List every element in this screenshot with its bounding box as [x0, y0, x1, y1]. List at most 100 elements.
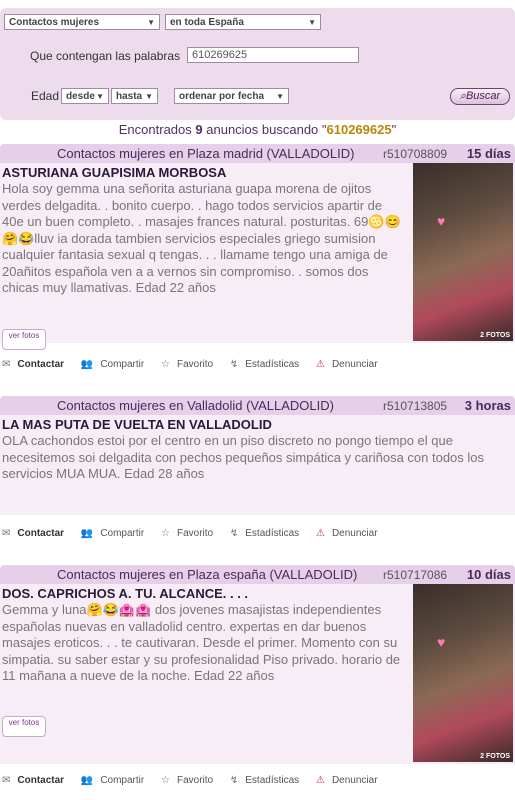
- share-label: Compartir: [100, 359, 145, 370]
- sort-select-value: ordenar por fecha: [179, 91, 265, 102]
- favorite-action[interactable]: ☆ Favorito: [161, 775, 220, 786]
- ad-header: Contactos mujeres en Plaza madrid (VALLA…: [0, 144, 515, 163]
- ad-age: 10 días: [466, 567, 511, 582]
- ad-actions: ✉ Contactar 👥 Compartir ☆ Favorito ↯ Estadís…: [2, 775, 392, 786]
- ad-actions: ✉ Contactar 👥 Compartir ☆ Favorito ↯ Estadís…: [2, 528, 392, 539]
- heart-icon: ♥: [437, 213, 446, 229]
- age-to-select[interactable]: hasta ▼: [111, 88, 158, 104]
- search-button-label: Buscar: [465, 90, 501, 102]
- ad-body: DOS. CAPRICHOS A. TU. ALCANCE. . . . Gem…: [0, 584, 515, 764]
- star-icon: ☆: [161, 528, 170, 539]
- envelope-icon: ✉: [2, 528, 11, 539]
- envelope-icon: ✉: [2, 775, 11, 786]
- words-label: Que contengan las palabras: [30, 49, 181, 63]
- category-select-value: Contactos mujeres: [9, 17, 100, 28]
- chevron-down-icon: ▼: [276, 92, 284, 101]
- stats-icon: ↯: [229, 528, 239, 539]
- share-icon: 👥: [80, 359, 94, 370]
- results-count: 9: [195, 122, 203, 137]
- stats-action[interactable]: ↯ Estadísticas: [230, 528, 306, 539]
- ad-location[interactable]: Contactos mujeres en Valladolid (VALLADO…: [57, 398, 334, 413]
- warning-icon: ⚠: [315, 528, 325, 539]
- star-icon: ☆: [161, 775, 170, 786]
- share-icon: 👥: [80, 775, 94, 786]
- warning-icon: ⚠: [315, 775, 325, 786]
- chevron-down-icon: ▼: [147, 18, 155, 27]
- stats-action[interactable]: ↯ Estadísticas: [230, 359, 306, 370]
- ad-ref: r510717086: [383, 568, 448, 582]
- share-label: Compartir: [100, 528, 145, 539]
- ad-title[interactable]: DOS. CAPRICHOS A. TU. ALCANCE. . . .: [2, 586, 248, 601]
- results-suffix: ": [391, 122, 397, 137]
- sort-select[interactable]: ordenar por fecha ▼: [174, 88, 289, 104]
- ver-fotos-button[interactable]: ver fotos: [2, 329, 46, 350]
- contact-label: Contactar: [17, 359, 65, 370]
- chevron-down-icon: ▼: [145, 92, 153, 101]
- report-label: Denunciar: [331, 528, 378, 539]
- results-prefix: Encontrados: [118, 122, 192, 137]
- ad-location[interactable]: Contactos mujeres en Plaza madrid (VALLA…: [57, 146, 354, 161]
- ad-age: 15 días: [466, 146, 511, 161]
- age-from-select[interactable]: desde ▼: [61, 88, 109, 104]
- ad-photo[interactable]: ♥ 2 FOTOS: [413, 163, 513, 341]
- stats-label: Estadísticas: [245, 528, 300, 539]
- chevron-down-icon: ▼: [308, 18, 316, 27]
- ad-header: Contactos mujeres en Valladolid (VALLADO…: [0, 396, 515, 415]
- category-select[interactable]: Contactos mujeres ▼: [4, 14, 160, 30]
- region-select-value: en toda España: [170, 17, 244, 28]
- share-label: Compartir: [100, 775, 145, 786]
- age-label: Edad: [31, 89, 60, 103]
- age-from-value: desde: [66, 91, 95, 102]
- ad-body: LA MAS PUTA DE VUELTA EN VALLADOLID OLA …: [0, 415, 515, 515]
- report-action[interactable]: ⚠ Denunciar: [316, 528, 385, 539]
- report-action[interactable]: ⚠ Denunciar: [316, 775, 385, 786]
- contact-action[interactable]: ✉ Contactar: [2, 528, 71, 539]
- warning-icon: ⚠: [315, 359, 325, 370]
- ad-description: Gemma y luna🤗😂🏩🏩 dos jovenes masajistas …: [2, 602, 401, 683]
- ad-title[interactable]: ASTURIANA GUAPISIMA MORBOSA: [2, 165, 226, 180]
- contact-label: Contactar: [17, 528, 65, 539]
- stats-icon: ↯: [229, 775, 239, 786]
- results-summary: Encontrados 9 anuncios buscando "6102696…: [0, 122, 515, 137]
- stats-label: Estadísticas: [245, 359, 300, 370]
- search-button[interactable]: ⌕Buscar: [450, 88, 510, 105]
- share-action[interactable]: 👥 Compartir: [81, 528, 151, 539]
- search-panel: Contactos mujeres ▼ en toda España ▼ Que c…: [0, 8, 515, 120]
- envelope-icon: ✉: [2, 359, 11, 370]
- ad-age: 3 horas: [464, 398, 511, 413]
- favorite-label: Favorito: [176, 775, 214, 786]
- ad-ref: r510708809: [383, 147, 448, 161]
- photos-count: 2 FOTOS: [480, 332, 510, 339]
- ad-description: Hola soy gemma una señorita asturiana gu…: [2, 181, 401, 295]
- ad-location[interactable]: Contactos mujeres en Plaza españa (VALLA…: [57, 567, 357, 582]
- words-input[interactable]: 610269625: [187, 47, 359, 63]
- share-icon: 👥: [80, 528, 94, 539]
- contact-action[interactable]: ✉ Contactar: [2, 359, 71, 370]
- report-label: Denunciar: [331, 775, 378, 786]
- heart-icon: ♥: [437, 634, 446, 650]
- report-action[interactable]: ⚠ Denunciar: [316, 359, 385, 370]
- stats-action[interactable]: ↯ Estadísticas: [230, 775, 306, 786]
- favorite-action[interactable]: ☆ Favorito: [161, 528, 220, 539]
- ad-description: OLA cachondos estoi por el centro en un …: [2, 433, 485, 481]
- ad-actions: ✉ Contactar 👥 Compartir ☆ Favorito ↯ Estadís…: [2, 359, 392, 370]
- chevron-down-icon: ▼: [96, 92, 104, 101]
- star-icon: ☆: [161, 359, 170, 370]
- ver-fotos-button[interactable]: ver fotos: [2, 716, 46, 737]
- stats-icon: ↯: [229, 359, 239, 370]
- results-query: 610269625: [326, 122, 392, 137]
- favorite-label: Favorito: [176, 359, 214, 370]
- contact-label: Contactar: [17, 775, 65, 786]
- favorite-label: Favorito: [176, 528, 214, 539]
- ad-photo[interactable]: ♥ 2 FOTOS: [413, 584, 513, 762]
- ad-header: Contactos mujeres en Plaza españa (VALLA…: [0, 565, 515, 584]
- share-action[interactable]: 👥 Compartir: [81, 359, 151, 370]
- contact-action[interactable]: ✉ Contactar: [2, 775, 71, 786]
- stats-label: Estadísticas: [245, 775, 300, 786]
- report-label: Denunciar: [331, 359, 378, 370]
- ad-title[interactable]: LA MAS PUTA DE VUELTA EN VALLADOLID: [2, 417, 272, 432]
- results-middle: anuncios buscando ": [206, 122, 327, 137]
- share-action[interactable]: 👥 Compartir: [81, 775, 151, 786]
- region-select[interactable]: en toda España ▼: [165, 14, 321, 30]
- favorite-action[interactable]: ☆ Favorito: [161, 359, 220, 370]
